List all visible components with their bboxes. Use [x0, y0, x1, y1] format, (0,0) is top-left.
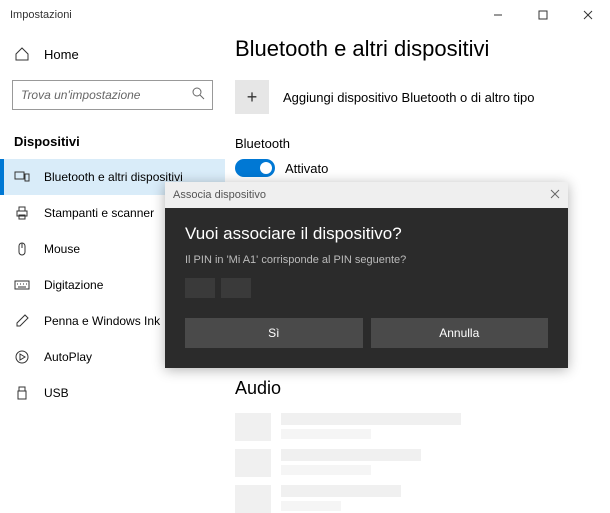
usb-icon: [14, 385, 30, 401]
maximize-button[interactable]: [520, 0, 565, 30]
keyboard-icon: [14, 277, 30, 293]
audio-heading: Audio: [235, 378, 590, 399]
category-heading: Dispositivi: [0, 120, 225, 159]
window-titlebar: Impostazioni: [0, 0, 610, 30]
plus-icon: +: [235, 80, 269, 114]
dialog-buttons: Sì Annulla: [185, 318, 548, 348]
yes-button[interactable]: Sì: [185, 318, 363, 348]
search-wrapper: [12, 80, 213, 110]
search-icon: [191, 86, 207, 102]
dialog-close-button[interactable]: [550, 189, 560, 202]
home-label: Home: [44, 47, 79, 62]
sidebar-item-label: Digitazione: [44, 278, 103, 292]
page-title: Bluetooth e altri dispositivi: [235, 36, 590, 62]
pin-block: [221, 278, 251, 298]
toggle-state-label: Attivato: [285, 161, 328, 176]
toggle-knob: [260, 162, 272, 174]
maximize-icon: [538, 10, 548, 20]
audio-device-list: [235, 413, 590, 513]
bluetooth-toggle-row: Attivato: [235, 159, 590, 177]
pin-display: [185, 278, 548, 298]
mouse-icon: [14, 241, 30, 257]
dialog-titlebar: Associa dispositivo: [165, 182, 568, 208]
home-link[interactable]: Home: [0, 38, 225, 70]
close-icon: [583, 10, 593, 20]
window-title: Impostazioni: [10, 9, 72, 21]
add-device-label: Aggiungi dispositivo Bluetooth o di altr…: [283, 90, 535, 105]
autoplay-icon: [14, 349, 30, 365]
pair-device-dialog: Associa dispositivo Vuoi associare il di…: [165, 182, 568, 368]
pin-block: [185, 278, 215, 298]
search-input[interactable]: [12, 80, 213, 110]
list-item[interactable]: [235, 413, 590, 441]
list-item[interactable]: [235, 485, 590, 513]
cancel-button[interactable]: Annulla: [371, 318, 549, 348]
dialog-body: Vuoi associare il dispositivo? Il PIN in…: [165, 208, 568, 368]
add-device-button[interactable]: + Aggiungi dispositivo Bluetooth o di al…: [235, 80, 590, 114]
sidebar-item-label: Stampanti e scanner: [44, 206, 154, 220]
printer-icon: [14, 205, 30, 221]
minimize-icon: [493, 10, 503, 20]
list-item[interactable]: [235, 449, 590, 477]
sidebar-item-label: USB: [44, 386, 69, 400]
window-controls: [475, 0, 610, 30]
close-button[interactable]: [565, 0, 610, 30]
devices-icon: [14, 169, 30, 185]
minimize-button[interactable]: [475, 0, 520, 30]
bluetooth-toggle[interactable]: [235, 159, 275, 177]
bluetooth-label: Bluetooth: [235, 136, 590, 151]
sidebar-item-usb[interactable]: USB: [0, 375, 225, 411]
dialog-subtext: Il PIN in 'Mi A1' corrisponde al PIN seg…: [185, 254, 548, 266]
pen-icon: [14, 313, 30, 329]
dialog-title: Associa dispositivo: [173, 189, 266, 201]
sidebar-item-label: AutoPlay: [44, 350, 92, 364]
sidebar-item-label: Bluetooth e altri dispositivi: [44, 170, 183, 184]
close-icon: [550, 189, 560, 199]
dialog-heading: Vuoi associare il dispositivo?: [185, 224, 548, 244]
home-icon: [14, 46, 30, 62]
sidebar-item-label: Penna e Windows Ink: [44, 314, 160, 328]
sidebar-item-label: Mouse: [44, 242, 80, 256]
